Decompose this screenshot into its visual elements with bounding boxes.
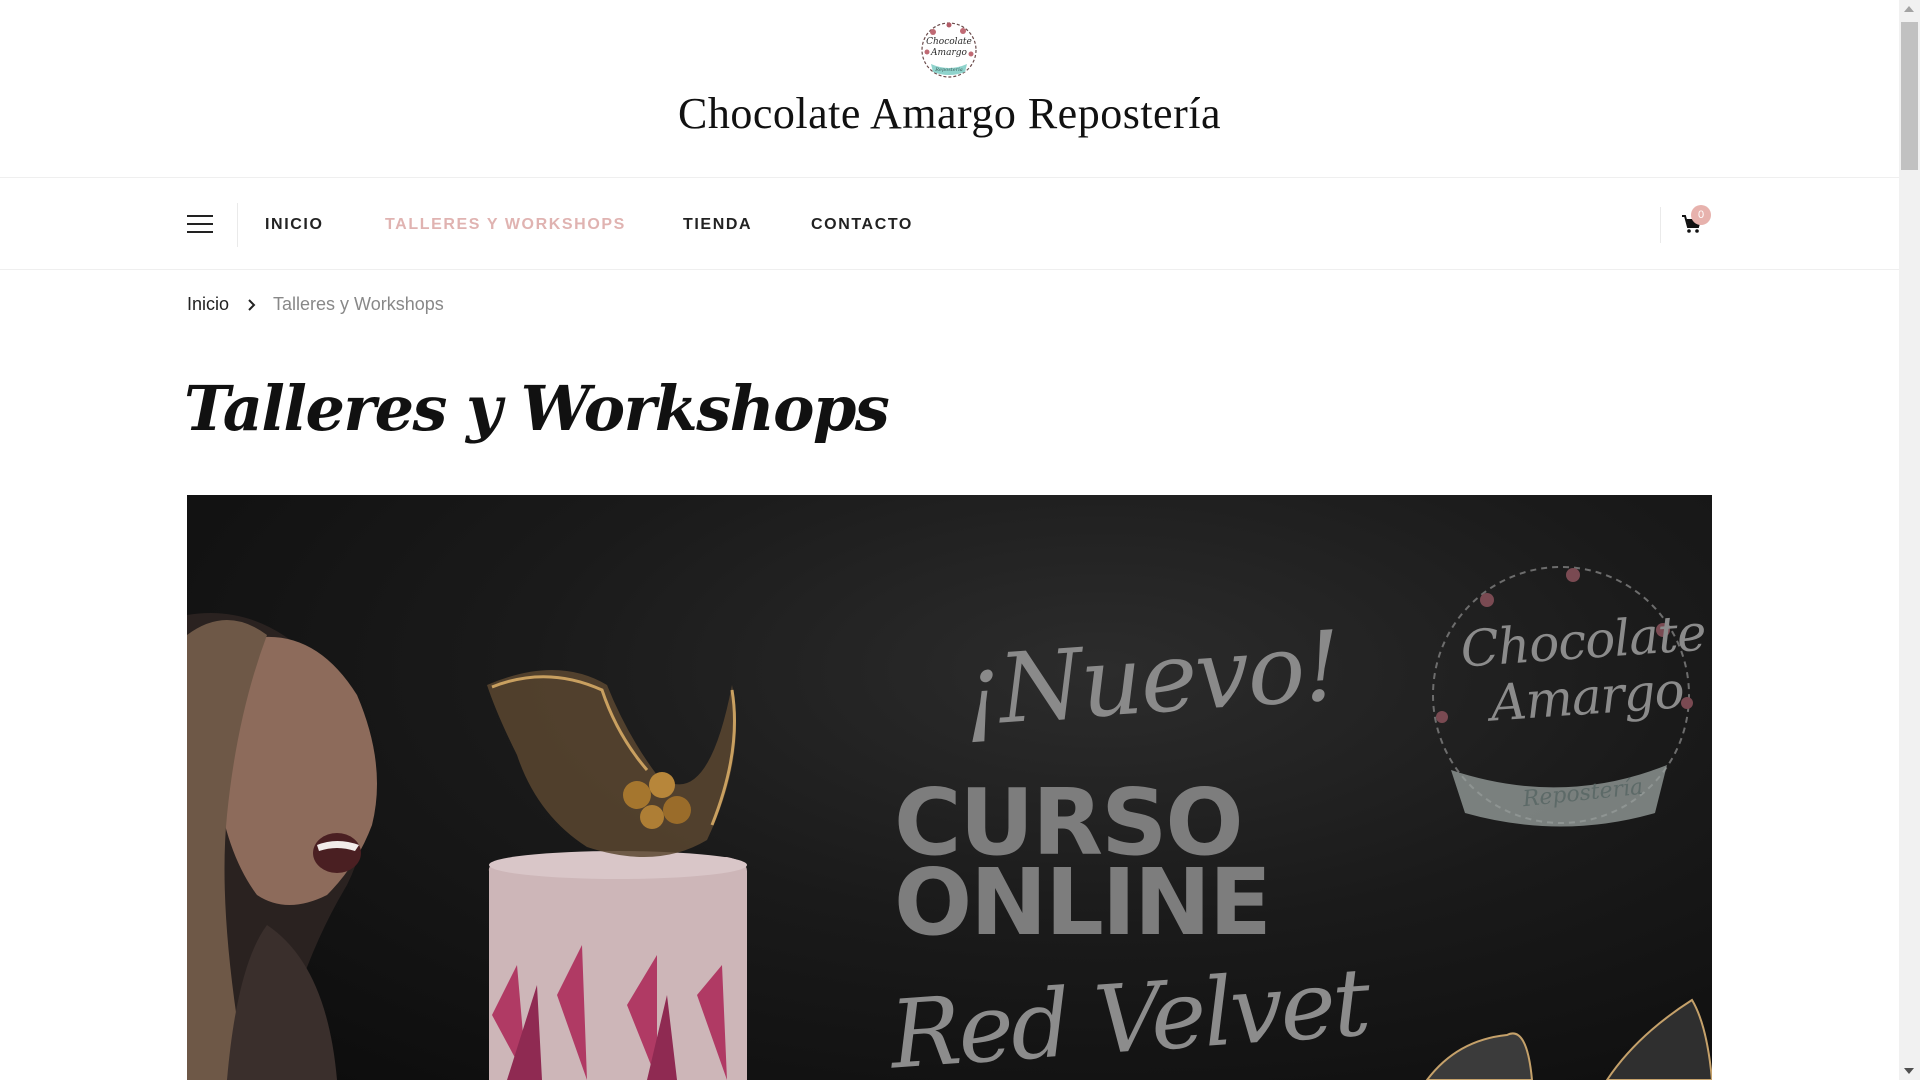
scroll-down-arrow-icon[interactable] bbox=[1904, 1068, 1914, 1074]
site-header: Chocolate Amargo Repostería Chocolate Am… bbox=[0, 0, 1899, 178]
nav-divider bbox=[237, 203, 238, 247]
nav-item-talleres[interactable]: TALLERES Y WORKSHOPS bbox=[385, 216, 626, 234]
main-navigation: INICIO TALLERES Y WORKSHOPS TIENDA CONTA… bbox=[0, 179, 1899, 270]
breadcrumb-home-link[interactable]: Inicio bbox=[187, 294, 229, 315]
site-title[interactable]: Chocolate Amargo Repostería bbox=[0, 88, 1899, 139]
nav-item-inicio[interactable]: INICIO bbox=[265, 216, 324, 234]
scroll-up-arrow-icon[interactable] bbox=[1904, 6, 1914, 12]
breadcrumb: Inicio Talleres y Workshops bbox=[187, 294, 444, 315]
svg-text:Amargo: Amargo bbox=[930, 48, 967, 58]
page-title: Talleres y Workshops bbox=[184, 372, 890, 445]
banner-course-title: CURSO ONLINE bbox=[894, 777, 1272, 956]
svg-text:Chocolate: Chocolate bbox=[926, 37, 972, 47]
logo-wreath-icon: Chocolate Amargo Repostería bbox=[921, 22, 977, 78]
scrollbar-thumb[interactable] bbox=[1901, 22, 1918, 170]
course-banner-image[interactable]: ¡Nuevo! CURSO ONLINE Red Velvet Chocolat… bbox=[187, 495, 1712, 1080]
cart-divider bbox=[1660, 207, 1661, 243]
cart-count-badge: 0 bbox=[1691, 205, 1711, 225]
page-scrollbar[interactable] bbox=[1899, 0, 1920, 1080]
hamburger-menu-icon[interactable] bbox=[187, 215, 213, 235]
bakery-logo-badge[interactable]: Chocolate Amargo Repostería bbox=[919, 20, 979, 80]
breadcrumb-current: Talleres y Workshops bbox=[273, 294, 444, 314]
banner-logo-title: Chocolate Amargo bbox=[1456, 604, 1712, 733]
svg-text:Repostería: Repostería bbox=[934, 66, 962, 73]
nav-item-contacto[interactable]: CONTACTO bbox=[811, 216, 913, 234]
nav-item-tienda[interactable]: TIENDA bbox=[683, 216, 752, 234]
chevron-right-icon bbox=[247, 298, 257, 312]
banner-course-line2: ONLINE bbox=[894, 849, 1272, 956]
